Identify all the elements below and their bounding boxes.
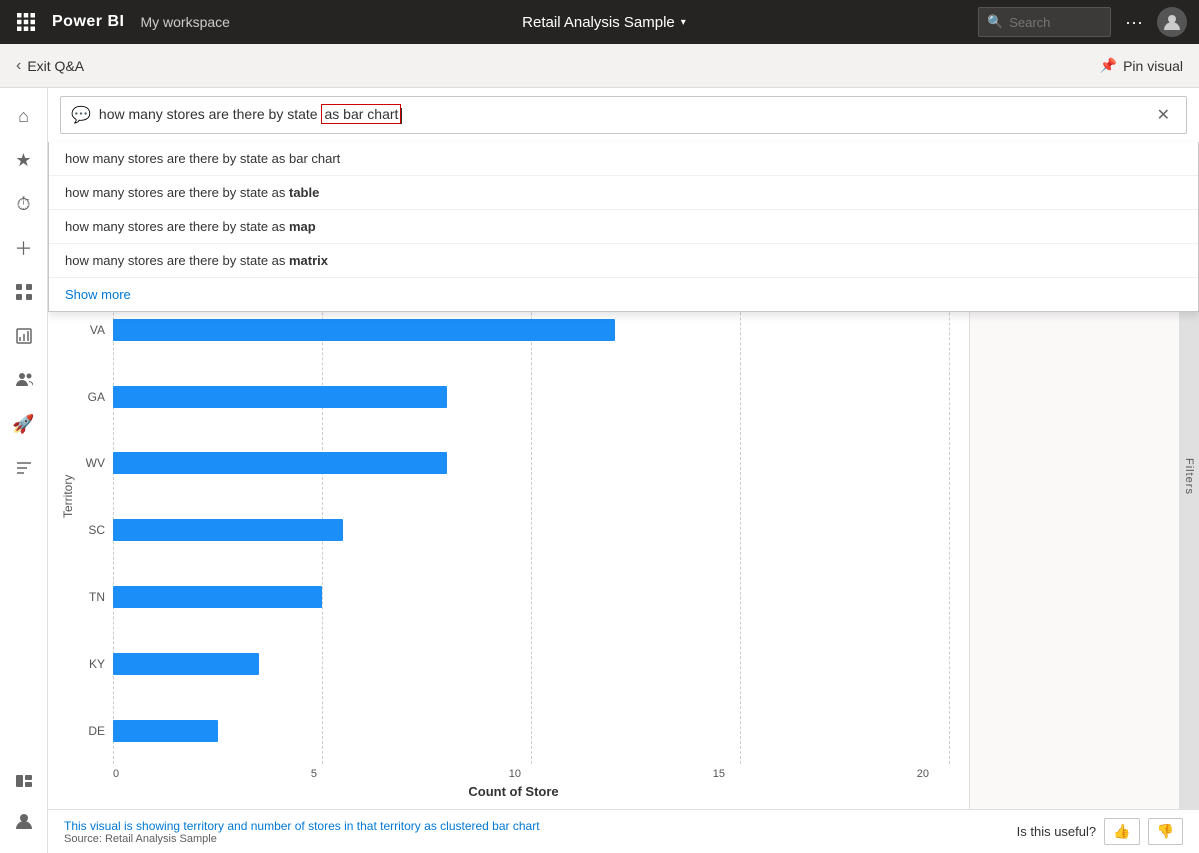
bar-tn[interactable] bbox=[113, 586, 322, 608]
sidebar-item-recents[interactable]: ⏱ bbox=[4, 184, 44, 224]
pin-icon: 📌 bbox=[1100, 57, 1117, 74]
user-avatar[interactable] bbox=[1157, 7, 1187, 37]
report-title[interactable]: Retail Analysis Sample ▾ bbox=[522, 14, 686, 31]
qa-bubble-icon: 💬 bbox=[71, 105, 91, 125]
x-tick-15: 15 bbox=[713, 768, 725, 780]
sidebar-item-favorites[interactable]: ★ bbox=[4, 140, 44, 180]
more-options-button[interactable]: ··· bbox=[1119, 8, 1149, 37]
bar-row[interactable] bbox=[113, 715, 949, 747]
feedback-area: Is this useful? 👍 👎 bbox=[1017, 818, 1183, 845]
qa-text-highlighted: as bar chart bbox=[321, 104, 401, 124]
feedback-label: Is this useful? bbox=[1017, 824, 1097, 839]
bar-row[interactable] bbox=[113, 314, 949, 346]
sidebar-item-browse[interactable] bbox=[4, 448, 44, 488]
content-area: 💬 how many stores are there by state as … bbox=[48, 88, 1199, 853]
qa-suggestions-dropdown: how many stores are there by state as ba… bbox=[48, 142, 1199, 312]
bottom-description: This visual is showing territory and num… bbox=[64, 819, 540, 845]
qa-suggestion-1[interactable]: how many stores are there by state as ta… bbox=[49, 176, 1198, 210]
x-axis: 0 5 10 15 20 bbox=[113, 764, 929, 780]
top-navigation: Power BI My workspace Retail Analysis Sa… bbox=[0, 0, 1199, 44]
sidebar-item-create[interactable]: ＋ bbox=[4, 228, 44, 268]
bar-wv[interactable] bbox=[113, 452, 447, 474]
thumbs-down-button[interactable]: 👎 bbox=[1148, 818, 1183, 845]
qa-input-text: how many stores are there by state as ba… bbox=[99, 106, 1151, 123]
x-tick-5: 5 bbox=[311, 768, 317, 780]
sidebar-item-apps[interactable] bbox=[4, 272, 44, 312]
exit-qa-label: Exit Q&A bbox=[27, 58, 84, 74]
state-label-va: VA bbox=[78, 324, 105, 336]
bottom-description-text: This visual is showing territory and num… bbox=[64, 819, 540, 833]
sidebar-item-metrics[interactable] bbox=[4, 316, 44, 356]
bar-sc[interactable] bbox=[113, 519, 343, 541]
qa-input-wrapper[interactable]: 💬 how many stores are there by state as … bbox=[60, 96, 1187, 134]
x-tick-0: 0 bbox=[113, 768, 119, 780]
qa-show-more-link[interactable]: Show more bbox=[49, 278, 1198, 311]
back-arrow-icon: ‹ bbox=[16, 57, 21, 75]
bar-de[interactable] bbox=[113, 720, 218, 742]
search-icon: 🔍 bbox=[987, 14, 1003, 30]
x-axis-title: Count of Store bbox=[78, 784, 949, 799]
qa-cursor bbox=[401, 108, 402, 124]
exit-qa-button[interactable]: ‹ Exit Q&A bbox=[16, 57, 84, 75]
search-input[interactable] bbox=[1009, 15, 1099, 30]
bar-va[interactable] bbox=[113, 319, 615, 341]
state-label-tn: TN bbox=[78, 591, 105, 603]
bar-row[interactable] bbox=[113, 581, 949, 613]
sidebar-item-workspaces[interactable] bbox=[4, 761, 44, 801]
bottom-source-text: Source: Retail Analysis Sample bbox=[64, 833, 540, 845]
sidebar-item-members[interactable] bbox=[4, 360, 44, 400]
filter-panel-tab-label: Filters bbox=[1183, 458, 1195, 495]
report-title-text: Retail Analysis Sample bbox=[522, 14, 675, 31]
state-label-ga: GA bbox=[78, 391, 105, 403]
qa-suggestion-2[interactable]: how many stores are there by state as ma… bbox=[49, 210, 1198, 244]
x-tick-20: 20 bbox=[917, 768, 929, 780]
bar-row[interactable] bbox=[113, 514, 949, 546]
bottom-info-bar: This visual is showing territory and num… bbox=[48, 809, 1199, 853]
sidebar-bottom bbox=[4, 761, 44, 841]
sidebar-item-learn[interactable]: 🚀 bbox=[4, 404, 44, 444]
state-label-wv: WV bbox=[78, 457, 105, 469]
nav-right-actions: 🔍 ··· bbox=[978, 7, 1187, 37]
main-layout: ⌂ ★ ⏱ ＋ 🚀 💬 bbox=[0, 88, 1199, 853]
qa-suggestion-0[interactable]: how many stores are there by state as ba… bbox=[49, 142, 1198, 176]
search-box[interactable]: 🔍 bbox=[978, 7, 1111, 37]
bar-ky[interactable] bbox=[113, 653, 259, 675]
sidebar: ⌂ ★ ⏱ ＋ 🚀 bbox=[0, 88, 48, 853]
state-label-de: DE bbox=[78, 725, 105, 737]
bar-ga[interactable] bbox=[113, 386, 447, 408]
workspace-link[interactable]: My workspace bbox=[140, 14, 229, 30]
bar-row[interactable] bbox=[113, 648, 949, 680]
chevron-down-icon: ▾ bbox=[681, 17, 686, 28]
thumbs-up-button[interactable]: 👍 bbox=[1104, 818, 1139, 845]
sidebar-item-account[interactable] bbox=[4, 801, 44, 841]
qa-suggestion-3[interactable]: how many stores are there by state as ma… bbox=[49, 244, 1198, 278]
bar-row[interactable] bbox=[113, 381, 949, 413]
qa-text-before: how many stores are there by state bbox=[99, 106, 322, 122]
nav-center: Retail Analysis Sample ▾ bbox=[238, 14, 970, 31]
pin-visual-label: Pin visual bbox=[1123, 58, 1183, 74]
x-tick-10: 10 bbox=[509, 768, 521, 780]
secondary-toolbar: ‹ Exit Q&A 📌 Pin visual bbox=[0, 44, 1199, 88]
app-logo: Power BI bbox=[52, 13, 124, 31]
qa-area: 💬 how many stores are there by state as … bbox=[48, 88, 1199, 143]
sidebar-item-home[interactable]: ⌂ bbox=[4, 96, 44, 136]
pin-visual-button[interactable]: 📌 Pin visual bbox=[1100, 57, 1183, 74]
qa-clear-button[interactable]: ✕ bbox=[1151, 103, 1176, 127]
grid-menu-icon[interactable] bbox=[12, 8, 40, 36]
state-label-ky: KY bbox=[78, 658, 105, 670]
state-label-sc: SC bbox=[78, 524, 105, 536]
bar-row[interactable] bbox=[113, 447, 949, 479]
